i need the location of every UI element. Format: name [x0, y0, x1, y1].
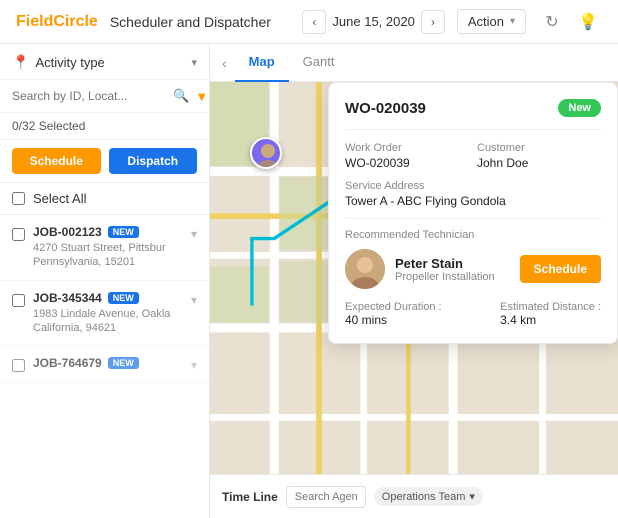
estimated-distance-field: Estimated Distance : 3.4 km: [500, 301, 601, 327]
job-address: 4270 Stuart Street, Pittsbur Pennsylvani…: [33, 241, 183, 270]
job-id: JOB-345344: [33, 291, 102, 305]
list-item[interactable]: JOB-764679 NEW ▾: [0, 346, 209, 383]
search-row: 🔍 ▼: [0, 80, 209, 113]
select-all-label: Select All: [33, 191, 86, 206]
job-info: JOB-764679 NEW: [33, 356, 183, 372]
timeline-row: Time Line Operations Team ▾: [210, 474, 618, 518]
tab-map[interactable]: Map: [235, 44, 289, 82]
select-all-checkbox[interactable]: [12, 192, 25, 205]
logo: FieldCircle: [16, 13, 98, 31]
app-title: Scheduler and Dispatcher: [110, 14, 291, 30]
work-order-value: WO-020039: [345, 156, 469, 170]
popup-footer: Expected Duration : 40 mins Estimated Di…: [345, 301, 601, 327]
popup-grid: Work Order WO-020039 Customer John Doe: [345, 142, 601, 170]
job-header: JOB-345344 NEW: [33, 291, 183, 305]
selected-count: 0/32 Selected: [0, 113, 209, 140]
job-info: JOB-002123 NEW 4270 Stuart Street, Pitts…: [33, 225, 183, 270]
timeline-label: Time Line: [222, 490, 278, 504]
filter-icon[interactable]: ▼: [195, 89, 208, 104]
search-icon: 🔍: [173, 88, 189, 104]
chevron-down-icon: ▾: [191, 293, 197, 307]
popup-divider: [345, 218, 601, 219]
new-badge: NEW: [108, 226, 139, 238]
prev-date-button[interactable]: ‹: [302, 10, 326, 34]
action-button[interactable]: Action ▾: [457, 9, 526, 34]
activity-type-row: 📍 Activity type ▾: [0, 44, 209, 80]
job-address: 1983 Lindale Avenue, Oakla California, 9…: [33, 307, 183, 336]
expected-duration-value: 40 mins: [345, 313, 442, 327]
chevron-down-icon: ▾: [191, 56, 197, 69]
job-list: JOB-002123 NEW 4270 Stuart Street, Pitts…: [0, 215, 209, 518]
date-navigation: ‹ June 15, 2020 ›: [302, 10, 444, 34]
popup-status-badge: New: [558, 99, 601, 117]
customer-field: Customer John Doe: [477, 142, 601, 170]
customer-value: John Doe: [477, 156, 601, 170]
next-date-button[interactable]: ›: [421, 10, 445, 34]
new-badge: NEW: [108, 357, 139, 369]
job-header: JOB-764679 NEW: [33, 356, 183, 370]
header-icons: ↻ 💡: [538, 8, 602, 36]
refresh-icon[interactable]: ↻: [538, 8, 566, 36]
work-order-field: Work Order WO-020039: [345, 142, 469, 170]
work-order-label: Work Order: [345, 142, 469, 154]
service-address-section: Service Address Tower A - ABC Flying Gon…: [345, 180, 601, 208]
popup-card: WO-020039 New Work Order WO-020039 Custo…: [328, 82, 618, 344]
tech-info: Peter Stain Propeller Installation: [395, 256, 510, 283]
service-address-label: Service Address: [345, 180, 601, 192]
estimated-distance-label: Estimated Distance :: [500, 301, 601, 313]
popup-header: WO-020039 New: [345, 99, 601, 130]
search-input[interactable]: [12, 89, 167, 103]
job-id: JOB-764679: [33, 356, 102, 370]
customer-label: Customer: [477, 142, 601, 154]
map-area: 🏠 🏠 📍 i Time Line Operations Team ▾ W: [210, 82, 618, 518]
service-address-value: Tower A - ABC Flying Gondola: [345, 194, 601, 208]
job-info: JOB-345344 NEW 1983 Lindale Avenue, Oakl…: [33, 291, 183, 336]
tech-name: Peter Stain: [395, 256, 510, 271]
expected-duration-label: Expected Duration :: [345, 301, 442, 313]
pin-icon: 📍: [12, 54, 29, 71]
left-panel: 📍 Activity type ▾ 🔍 ▼ 0/32 Selected Sche…: [0, 44, 210, 518]
top-header: FieldCircle Scheduler and Dispatcher ‹ J…: [0, 0, 618, 44]
ops-team-chevron: ▾: [469, 490, 475, 503]
estimated-distance-value: 3.4 km: [500, 313, 601, 327]
job-checkbox[interactable]: [12, 228, 25, 241]
job-id: JOB-002123: [33, 225, 102, 239]
action-buttons: Schedule Dispatch: [0, 140, 209, 183]
dispatch-button[interactable]: Dispatch: [109, 148, 198, 174]
job-checkbox[interactable]: [12, 294, 25, 307]
expected-duration-field: Expected Duration : 40 mins: [345, 301, 442, 327]
tab-nav-prev[interactable]: ‹: [222, 55, 227, 71]
select-all-row: Select All: [0, 183, 209, 215]
recommended-label: Recommended Technician: [345, 229, 601, 241]
chevron-down-icon: ▾: [191, 227, 197, 241]
ops-team-label: Operations Team: [382, 491, 466, 503]
search-agent-input[interactable]: [286, 486, 366, 508]
map-tabs: ‹ Map Gantt: [210, 44, 618, 82]
popup-wo-id: WO-020039: [345, 100, 426, 117]
ops-team-badge[interactable]: Operations Team ▾: [374, 487, 483, 506]
tab-gantt[interactable]: Gantt: [289, 44, 349, 82]
activity-type-label: Activity type: [35, 55, 185, 70]
list-item[interactable]: JOB-345344 NEW 1983 Lindale Avenue, Oakl…: [0, 281, 209, 347]
schedule-button[interactable]: Schedule: [12, 148, 101, 174]
job-header: JOB-002123 NEW: [33, 225, 183, 239]
right-panel: ‹ Map Gantt: [210, 44, 618, 518]
popup-schedule-button[interactable]: Schedule: [520, 255, 601, 283]
notification-icon[interactable]: 💡: [574, 8, 602, 36]
map-avatar-1[interactable]: [250, 137, 282, 169]
current-date: June 15, 2020: [332, 14, 414, 29]
job-checkbox[interactable]: [12, 359, 25, 372]
tech-role: Propeller Installation: [395, 271, 510, 283]
list-item[interactable]: JOB-002123 NEW 4270 Stuart Street, Pitts…: [0, 215, 209, 281]
chevron-down-icon: ▾: [510, 16, 515, 27]
chevron-down-icon: ▾: [191, 358, 197, 372]
tech-avatar: [345, 249, 385, 289]
main-layout: 📍 Activity type ▾ 🔍 ▼ 0/32 Selected Sche…: [0, 44, 618, 518]
new-badge: NEW: [108, 292, 139, 304]
technician-row: Peter Stain Propeller Installation Sched…: [345, 249, 601, 289]
